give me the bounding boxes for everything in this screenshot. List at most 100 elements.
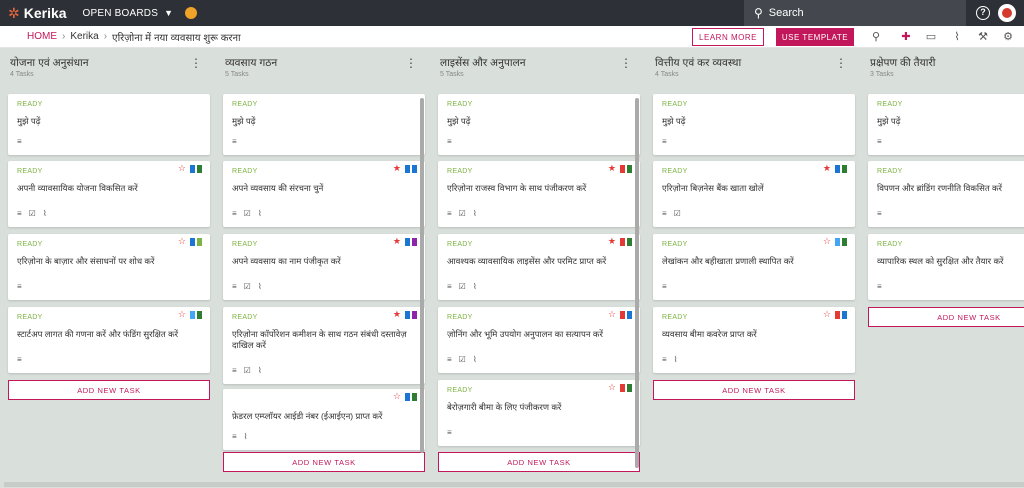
task-flags: ★ <box>608 237 632 246</box>
description-icon: ≡ <box>17 355 22 364</box>
description-icon: ≡ <box>662 209 667 218</box>
task-card[interactable]: READY मुझे पढ़ें ≡ <box>223 94 425 155</box>
star-filled-icon[interactable]: ★ <box>393 164 401 173</box>
star-outline-icon[interactable]: ☆ <box>608 383 616 392</box>
star-outline-icon[interactable]: ☆ <box>178 164 186 173</box>
bookmark-icon <box>405 310 410 319</box>
bookmark-icon <box>197 310 202 319</box>
breadcrumb-home[interactable]: HOME <box>27 31 57 42</box>
task-card[interactable]: READY ज़ोनिंग और भूमि उपयोग अनुपालन का सत… <box>438 307 640 373</box>
star-outline-icon[interactable]: ☆ <box>178 310 186 319</box>
task-card[interactable]: READY व्यवसाय बीमा कवरेज प्राप्त करें ≡ ⌇ ☆ <box>653 307 855 373</box>
task-card[interactable]: READY एरिज़ोना के बाज़ार और संसाधनों पर श… <box>8 234 210 300</box>
lightbulb-icon[interactable] <box>185 7 198 19</box>
open-boards-menu[interactable]: OPEN BOARDS ▼ <box>83 8 174 19</box>
description-icon: ≡ <box>662 282 667 291</box>
more-vert-icon[interactable]: ⋮ <box>405 56 417 70</box>
column: योजना एवं अनुसंधान 4 Tasks ⋮ READY मुझे पढ़े… <box>8 56 210 400</box>
star-filled-icon[interactable]: ★ <box>393 310 401 319</box>
task-card[interactable]: READY विपणन और ब्रांडिंग रणनीति विकसित कर… <box>868 161 1024 227</box>
star-outline-icon[interactable]: ☆ <box>178 237 186 246</box>
description-icon: ≡ <box>662 355 667 364</box>
task-icons: ≡ <box>662 282 674 291</box>
star-outline-icon[interactable]: ☆ <box>823 237 831 246</box>
task-card[interactable]: READY एरिज़ोना राजस्व विभाग के साथ पंजीकर… <box>438 161 640 227</box>
task-flags: ☆ <box>393 392 417 401</box>
star-filled-icon[interactable]: ★ <box>393 237 401 246</box>
task-title: व्यापारिक स्थल को सुरक्षित और तैयार करें <box>877 256 1004 266</box>
gear-icon[interactable]: ⚙ <box>1001 30 1015 44</box>
learn-more-button[interactable]: LEARN MORE <box>692 28 764 46</box>
horizontal-scrollbar[interactable] <box>4 482 1024 487</box>
task-card[interactable]: READY मुझे पढ़ें ≡ <box>8 94 210 155</box>
more-vert-icon[interactable]: ⋮ <box>835 56 847 70</box>
add-new-task-button[interactable]: ADD NEW TASK <box>223 452 425 472</box>
column-title: लाइसेंस और अनुपालन <box>440 57 526 69</box>
column-header[interactable]: प्रक्षेपण की तैयारी3 Tasks⋮ <box>868 56 1024 82</box>
column-header[interactable]: वित्तीय एवं कर व्यवस्था 4 Tasks ⋮ <box>653 56 855 82</box>
column-header[interactable]: लाइसेंस और अनुपालन 5 Tasks ⋮ <box>438 56 640 82</box>
task-card[interactable]: READY स्टार्टअप लागत की गणना करें और फंडि… <box>8 307 210 373</box>
help-icon[interactable]: ? <box>976 6 990 20</box>
task-card[interactable]: READY व्यापारिक स्थल को सुरक्षित और तैयार… <box>868 234 1024 300</box>
avatar[interactable] <box>998 4 1016 22</box>
kerika-logo[interactable]: ✲ Kerika <box>8 5 67 22</box>
star-outline-icon[interactable]: ☆ <box>608 310 616 319</box>
attachment-icon[interactable]: ⌇ <box>950 30 964 44</box>
column-header[interactable]: योजना एवं अनुसंधान 4 Tasks ⋮ <box>8 56 210 82</box>
column-scrollbar[interactable] <box>635 98 639 468</box>
search-icon[interactable]: ⚲ <box>869 30 883 44</box>
task-card[interactable]: READY आवश्यक व्यावसायिक लाइसेंस और परमिट … <box>438 234 640 300</box>
search-input[interactable]: ⚲ Search <box>744 0 966 26</box>
bookmark-icon <box>620 164 625 173</box>
bookmark-icon <box>405 392 410 401</box>
add-new-task-button[interactable]: ADD NEW TASK <box>8 380 210 400</box>
add-person-icon[interactable]: ✚ <box>899 30 913 44</box>
task-card[interactable]: READY अपनी व्यावसायिक योजना विकसित करें ≡ ☑… <box>8 161 210 227</box>
task-status: READY <box>447 387 473 394</box>
checklist-icon: ☑ <box>28 209 36 218</box>
task-card[interactable]: READY लेखांकन और बहीखाता प्रणाली स्थापित … <box>653 234 855 300</box>
description-icon: ≡ <box>447 428 452 437</box>
bookmark-icon <box>835 164 840 173</box>
task-card[interactable]: READY अपने व्यवसाय का नाम पंजीकृत करें ≡ ☑ ⌇… <box>223 234 425 300</box>
search-icon: ⚲ <box>754 6 763 20</box>
column: वित्तीय एवं कर व्यवस्था 4 Tasks ⋮ READY मुझे… <box>653 56 855 400</box>
chat-icon[interactable]: ▭ <box>924 30 938 44</box>
star-filled-icon[interactable]: ★ <box>823 164 831 173</box>
star-outline-icon[interactable]: ☆ <box>393 392 401 401</box>
task-card[interactable]: READY एरिज़ोना कॉर्पोरेशन कमीशन के साथ गठ… <box>223 307 425 384</box>
task-status: READY <box>232 101 258 108</box>
wrench-icon[interactable]: ⚒ <box>976 30 990 44</box>
task-card[interactable]: READY मुझे पढ़ें ≡ <box>438 94 640 155</box>
task-card[interactable]: READY अपने व्यवसाय की संरचना चुनें ≡ ☑ ⌇ ★ <box>223 161 425 227</box>
column-scrollbar[interactable] <box>420 98 424 453</box>
task-card[interactable]: READY मुझे पढ़ें ≡ <box>868 94 1024 155</box>
task-card[interactable]: READY बेरोज़गारी बीमा के लिए पंजीकरण करें… <box>438 380 640 446</box>
logo-text: Kerika <box>23 5 67 21</box>
column-header[interactable]: व्यवसाय गठन 5 Tasks ⋮ <box>223 56 425 82</box>
star-filled-icon[interactable]: ★ <box>608 164 616 173</box>
task-title: स्टार्टअप लागत की गणना करें और फंडिंग सु… <box>17 329 179 339</box>
attachment-icon: ⌇ <box>257 282 262 291</box>
add-new-task-button[interactable]: ADD NEW TASK <box>438 452 640 472</box>
task-status: READY <box>447 314 473 321</box>
add-new-task-button[interactable]: ADD NEW TASK <box>868 307 1024 327</box>
task-flags: ★ <box>823 164 847 173</box>
breadcrumb-org[interactable]: Kerika <box>70 31 98 42</box>
task-card[interactable]: READY एरिज़ोना बिज़नेस बैंक खाता खोलें ≡ ☑ ★ <box>653 161 855 227</box>
column-task-count: 4 Tasks <box>655 71 679 78</box>
task-icons: ≡ <box>447 137 459 146</box>
more-vert-icon[interactable]: ⋮ <box>190 56 202 70</box>
task-card[interactable]: फ़ेडरल एम्प्लॉयर आईडी नंबर (ईआईएन) प्राप… <box>223 389 425 450</box>
attachment-icon: ⌇ <box>472 209 477 218</box>
use-template-button[interactable]: USE TEMPLATE <box>776 28 854 46</box>
task-card[interactable]: READY मुझे पढ़ें ≡ <box>653 94 855 155</box>
task-flags: ☆ <box>178 164 202 173</box>
star-filled-icon[interactable]: ★ <box>608 237 616 246</box>
more-vert-icon[interactable]: ⋮ <box>620 56 632 70</box>
star-outline-icon[interactable]: ☆ <box>823 310 831 319</box>
task-title: मुझे पढ़ें <box>17 116 41 126</box>
task-icons: ≡ <box>17 355 29 364</box>
add-new-task-button[interactable]: ADD NEW TASK <box>653 380 855 400</box>
